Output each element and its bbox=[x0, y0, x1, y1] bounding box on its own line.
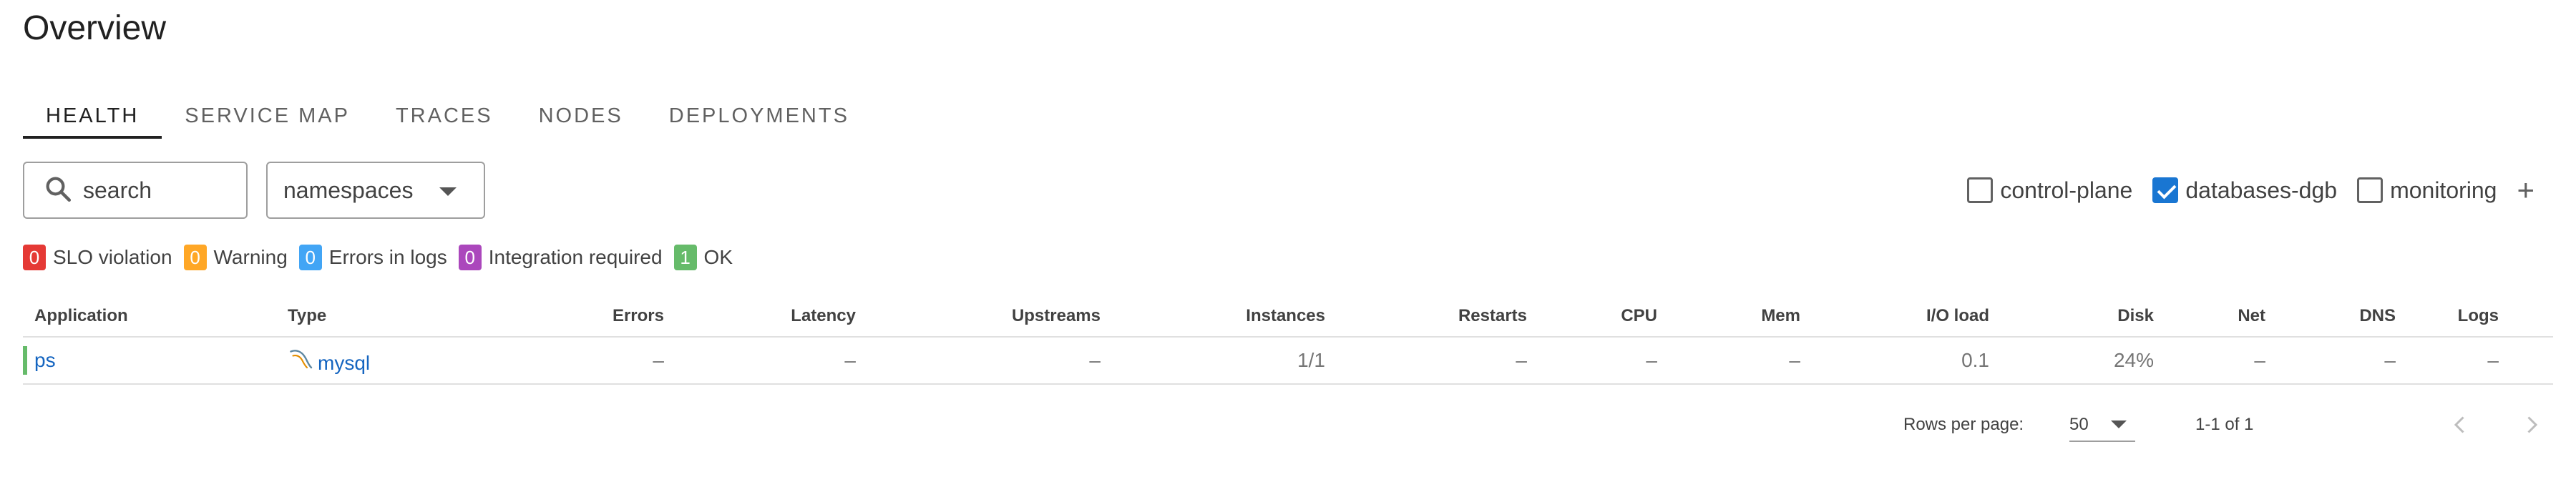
search-input[interactable] bbox=[83, 177, 240, 204]
namespace-label: databases-dgb bbox=[2185, 177, 2338, 203]
errors-cell: – bbox=[653, 349, 664, 371]
tab-bar: HEALTH SERVICE MAP TRACES NODES DEPLOYME… bbox=[23, 93, 872, 139]
column-header-application[interactable]: Application bbox=[34, 302, 128, 330]
status-label: OK bbox=[703, 246, 733, 268]
logs-cell: – bbox=[2487, 349, 2499, 371]
table-pagination: Rows per page: 50 1-1 of 1 bbox=[1903, 405, 2547, 448]
summary-errors-in-logs: 0 Errors in logs bbox=[298, 245, 447, 270]
upstreams-cell: – bbox=[1089, 349, 1101, 371]
type-cell: mysql bbox=[288, 346, 370, 380]
column-header-upstreams[interactable]: Upstreams bbox=[1012, 302, 1101, 330]
status-label: SLO violation bbox=[53, 246, 172, 268]
column-header-net[interactable]: Net bbox=[2238, 302, 2265, 330]
namespace-label: control-plane bbox=[2000, 177, 2133, 203]
table-header: Application Type Errors Latency Upstream… bbox=[23, 295, 2553, 338]
column-header-type[interactable]: Type bbox=[288, 302, 326, 330]
next-page-button[interactable] bbox=[2516, 409, 2547, 441]
namespace-filters: control-plane databases-dgb monitoring + bbox=[1947, 170, 2534, 210]
column-header-disk[interactable]: Disk bbox=[2117, 302, 2154, 330]
namespace-checkbox-monitoring[interactable]: monitoring bbox=[2357, 177, 2497, 204]
tab-deployments[interactable]: DEPLOYMENTS bbox=[646, 93, 872, 139]
status-label: Errors in logs bbox=[328, 246, 447, 268]
tab-nodes[interactable]: NODES bbox=[516, 93, 646, 139]
search-box[interactable] bbox=[23, 162, 248, 219]
type-link[interactable]: mysql bbox=[318, 349, 370, 378]
rows-per-page-value: 50 bbox=[2069, 415, 2089, 434]
status-badge: 1 bbox=[673, 245, 697, 270]
status-badge: 0 bbox=[183, 245, 207, 270]
caret-down-icon bbox=[439, 187, 457, 196]
checkbox-icon bbox=[2357, 177, 2384, 203]
namespace-checkbox-databases-dgb[interactable]: databases-dgb bbox=[2152, 177, 2337, 204]
column-header-mem[interactable]: Mem bbox=[1761, 302, 1800, 330]
rows-per-page-label: Rows per page: bbox=[1903, 415, 2024, 434]
column-header-dns[interactable]: DNS bbox=[2359, 302, 2396, 330]
namespaces-select-label: namespaces bbox=[283, 177, 414, 203]
table-row: ps mysql – – – 1/1 – – – 0.1 24% – – – bbox=[23, 338, 2553, 385]
column-header-io-load[interactable]: I/O load bbox=[1926, 302, 1989, 330]
disk-cell[interactable]: 24% bbox=[2114, 346, 2154, 375]
search-icon bbox=[43, 174, 73, 207]
add-namespace-plus-icon[interactable]: + bbox=[2517, 175, 2534, 205]
checkbox-checked-icon bbox=[2152, 177, 2179, 203]
column-header-latency[interactable]: Latency bbox=[791, 302, 856, 330]
pagination-range: 1-1 of 1 bbox=[2195, 415, 2254, 434]
mem-cell: – bbox=[1789, 349, 1800, 371]
tab-traces[interactable]: TRACES bbox=[373, 93, 516, 139]
chevron-left-icon bbox=[2454, 416, 2464, 433]
rows-per-page-select[interactable]: 50 bbox=[2069, 409, 2135, 442]
previous-page-button[interactable] bbox=[2444, 409, 2476, 441]
restarts-cell: – bbox=[1516, 349, 1527, 371]
row-status-indicator bbox=[23, 346, 27, 375]
applications-table: Application Type Errors Latency Upstream… bbox=[23, 295, 2553, 385]
status-badge: 0 bbox=[298, 245, 322, 270]
column-header-restarts[interactable]: Restarts bbox=[1458, 302, 1527, 330]
column-header-errors[interactable]: Errors bbox=[613, 302, 664, 330]
status-summary: 0 SLO violation 0 Warning 0 Errors in lo… bbox=[23, 243, 744, 272]
namespaces-select[interactable]: namespaces bbox=[266, 162, 485, 219]
status-badge: 0 bbox=[458, 245, 482, 270]
namespace-label: monitoring bbox=[2390, 177, 2497, 203]
cpu-cell: – bbox=[1646, 349, 1657, 371]
checkbox-icon bbox=[1967, 177, 1994, 203]
column-header-instances[interactable]: Instances bbox=[1246, 302, 1325, 330]
application-link[interactable]: ps bbox=[34, 346, 56, 375]
summary-integration-required: 0 Integration required bbox=[458, 245, 663, 270]
namespace-checkbox-control-plane[interactable]: control-plane bbox=[1967, 177, 2132, 204]
summary-ok: 1 OK bbox=[673, 245, 733, 270]
summary-warning: 0 Warning bbox=[183, 245, 288, 270]
io-load-cell[interactable]: 0.1 bbox=[1961, 346, 1989, 375]
status-badge: 0 bbox=[23, 245, 46, 270]
dns-cell: – bbox=[2384, 349, 2396, 371]
status-label: Integration required bbox=[488, 246, 663, 268]
tab-service-map[interactable]: SERVICE MAP bbox=[162, 93, 373, 139]
tab-health[interactable]: HEALTH bbox=[23, 93, 162, 139]
status-label: Warning bbox=[213, 246, 288, 268]
latency-cell: – bbox=[844, 349, 856, 371]
column-header-cpu[interactable]: CPU bbox=[1621, 302, 1657, 330]
instances-cell[interactable]: 1/1 bbox=[1297, 346, 1325, 375]
caret-down-icon bbox=[2111, 420, 2127, 428]
chevron-right-icon bbox=[2527, 416, 2538, 433]
net-cell: – bbox=[2254, 349, 2265, 371]
mysql-icon bbox=[288, 346, 318, 380]
summary-slo-violation: 0 SLO violation bbox=[23, 245, 172, 270]
page-title: Overview bbox=[23, 9, 167, 47]
column-header-logs[interactable]: Logs bbox=[2458, 302, 2499, 330]
